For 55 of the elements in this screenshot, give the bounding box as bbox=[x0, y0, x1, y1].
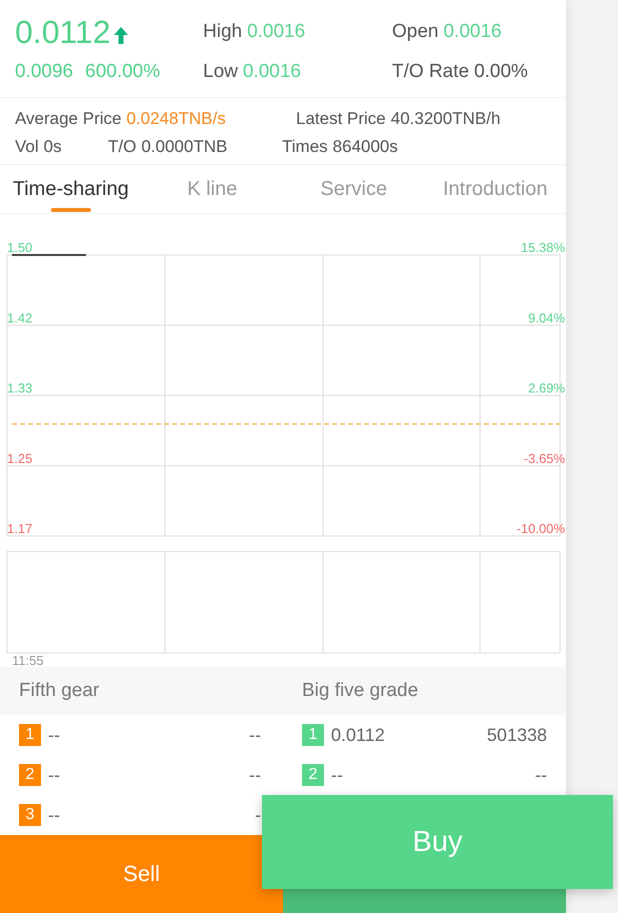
price-axis-label: 1.33 bbox=[7, 380, 32, 396]
price-axis-label: 1.50 bbox=[7, 240, 32, 255]
percent-axis-label: 15.38% bbox=[520, 240, 565, 255]
detail-value: 0.0000TNB bbox=[141, 137, 228, 157]
stat-label: Low bbox=[203, 61, 238, 83]
price-axis-label: 1.42 bbox=[7, 310, 32, 326]
order-price: 0.0112 bbox=[331, 724, 386, 746]
detail-value: 0s bbox=[44, 137, 62, 157]
detail-label: Latest Price bbox=[296, 109, 386, 129]
stat-label: Open bbox=[392, 21, 438, 43]
stat-value: 0.0016 bbox=[247, 21, 306, 43]
order-book-title: Fifth gear bbox=[19, 680, 100, 702]
sell-button[interactable]: Sell bbox=[0, 835, 283, 913]
detail-label: Average Price bbox=[15, 109, 122, 129]
rank-badge: 2 bbox=[302, 764, 324, 786]
detail-value: 864000s bbox=[332, 137, 398, 157]
percent-axis-label: 9.04% bbox=[528, 310, 565, 326]
change-percent: 600.00% bbox=[85, 61, 160, 83]
stat-label: T/O Rate bbox=[392, 61, 470, 83]
buy-button[interactable]: Buy bbox=[262, 795, 613, 889]
percent-axis-label: -3.65% bbox=[524, 450, 565, 466]
rank-badge: 1 bbox=[19, 724, 41, 746]
detail-label: Vol bbox=[15, 137, 39, 157]
chart-tab[interactable]: Service bbox=[283, 165, 424, 213]
order-volume: - bbox=[255, 804, 261, 826]
order-volume: 501338 bbox=[486, 724, 547, 746]
price-change: 0.0096 bbox=[15, 61, 74, 83]
detail-value: 40.3200TNB/h bbox=[390, 109, 500, 129]
order-price: -- bbox=[48, 764, 61, 786]
chart-tab[interactable]: Time-sharing bbox=[0, 165, 142, 213]
rank-badge: 3 bbox=[19, 804, 41, 826]
order-price: -- bbox=[48, 804, 61, 826]
detail-value: 0.0248TNB/s bbox=[126, 109, 226, 129]
order-price: -- bbox=[331, 764, 344, 786]
order-volume: -- bbox=[535, 764, 547, 786]
stat-value: 0.0016 bbox=[242, 61, 301, 83]
stat-value: 0.00% bbox=[474, 61, 528, 83]
detail-label: T/O bbox=[108, 137, 136, 157]
stat-value: 0.0016 bbox=[443, 21, 502, 43]
time-axis-label: 11:55 bbox=[12, 653, 44, 667]
percent-axis-label: -10.00% bbox=[516, 521, 565, 536]
chart-tab[interactable]: Introduction bbox=[424, 165, 566, 213]
price-axis-label: 1.17 bbox=[7, 521, 32, 536]
rank-badge: 2 bbox=[19, 764, 41, 786]
order-price: -- bbox=[48, 724, 61, 746]
order-volume: -- bbox=[249, 724, 261, 746]
stat-label: High bbox=[203, 21, 242, 43]
price-axis-label: 1.25 bbox=[7, 450, 32, 466]
detail-label: Times bbox=[282, 137, 328, 157]
rank-badge: 1 bbox=[302, 724, 324, 746]
order-book-title: Big five grade bbox=[302, 680, 418, 702]
order-volume: -- bbox=[249, 764, 261, 786]
chart-tab[interactable]: K line bbox=[142, 165, 283, 213]
last-price: 0.0112 bbox=[15, 15, 110, 49]
percent-axis-label: 2.69% bbox=[528, 380, 565, 396]
